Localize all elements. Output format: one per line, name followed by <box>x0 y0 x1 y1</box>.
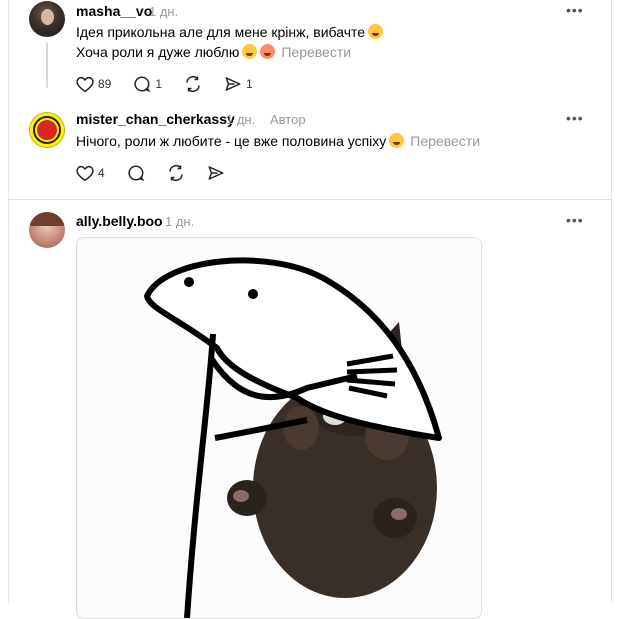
action-bar: 89 1 1 <box>76 75 275 93</box>
timestamp[interactable]: 1 дн. <box>226 112 255 127</box>
comment-icon <box>134 76 151 93</box>
timestamp[interactable]: 1 дн. <box>165 214 194 229</box>
author-badge: Автор <box>270 112 306 127</box>
comment-text: Нічого, роли ж любите - це вже половина … <box>76 133 480 149</box>
like-count: 89 <box>98 77 112 91</box>
share-button[interactable] <box>207 164 225 182</box>
hearts-face-emoji-icon <box>260 44 276 59</box>
more-icon[interactable]: ••• <box>566 212 584 228</box>
grin-emoji-icon <box>242 44 258 59</box>
translate-link[interactable]: Перевести <box>410 133 480 149</box>
more-icon[interactable]: ••• <box>566 110 584 126</box>
share-icon <box>225 77 241 91</box>
username[interactable]: ally.belly.boo <box>76 213 163 229</box>
username[interactable]: masha__vo <box>76 3 152 19</box>
repost-button[interactable] <box>167 164 185 182</box>
timestamp[interactable]: 1 дн. <box>149 4 178 19</box>
meme-image <box>77 238 481 618</box>
comment-line: Нічого, роли ж любите - це вже половина … <box>76 133 387 149</box>
comment-line: Ідея прикольна але для мене крінж, вибач… <box>76 24 366 40</box>
feed-left-border <box>8 0 9 603</box>
heart-icon <box>76 165 94 181</box>
translate-link[interactable]: Перевести <box>281 44 351 60</box>
more-icon[interactable]: ••• <box>566 2 584 18</box>
username[interactable]: mister_chan_cherkassy <box>76 111 235 127</box>
like-button[interactable]: 89 <box>76 76 111 93</box>
comment-text: Ідея прикольна але для мене крінж, вибач… <box>76 24 384 40</box>
share-count: 1 <box>246 77 253 91</box>
action-bar: 4 <box>76 164 247 182</box>
repost-icon <box>186 75 200 93</box>
post-divider <box>8 199 612 200</box>
feed-right-border <box>611 0 612 603</box>
share-button[interactable]: 1 <box>224 75 253 93</box>
comment-text: Хоча роли я дуже люблю Перевести <box>76 44 351 60</box>
like-button[interactable]: 4 <box>76 165 105 182</box>
share-icon <box>208 166 224 180</box>
reply-button[interactable] <box>127 164 145 182</box>
thread-line <box>46 42 48 88</box>
grin-emoji-icon <box>389 133 405 148</box>
heart-icon <box>76 76 94 92</box>
avatar[interactable] <box>29 112 65 148</box>
repost-icon <box>168 164 183 182</box>
reply-button[interactable]: 1 <box>133 75 162 93</box>
like-count: 4 <box>98 166 105 180</box>
comment-line: Хоча роли я дуже люблю <box>76 44 240 60</box>
avatar[interactable] <box>29 212 65 248</box>
repost-button[interactable] <box>184 75 202 93</box>
comment-icon <box>128 165 145 182</box>
avatar[interactable] <box>29 1 65 37</box>
post-image[interactable] <box>76 237 482 619</box>
sad-face-emoji-icon <box>368 24 384 39</box>
reply-count: 1 <box>155 77 163 91</box>
